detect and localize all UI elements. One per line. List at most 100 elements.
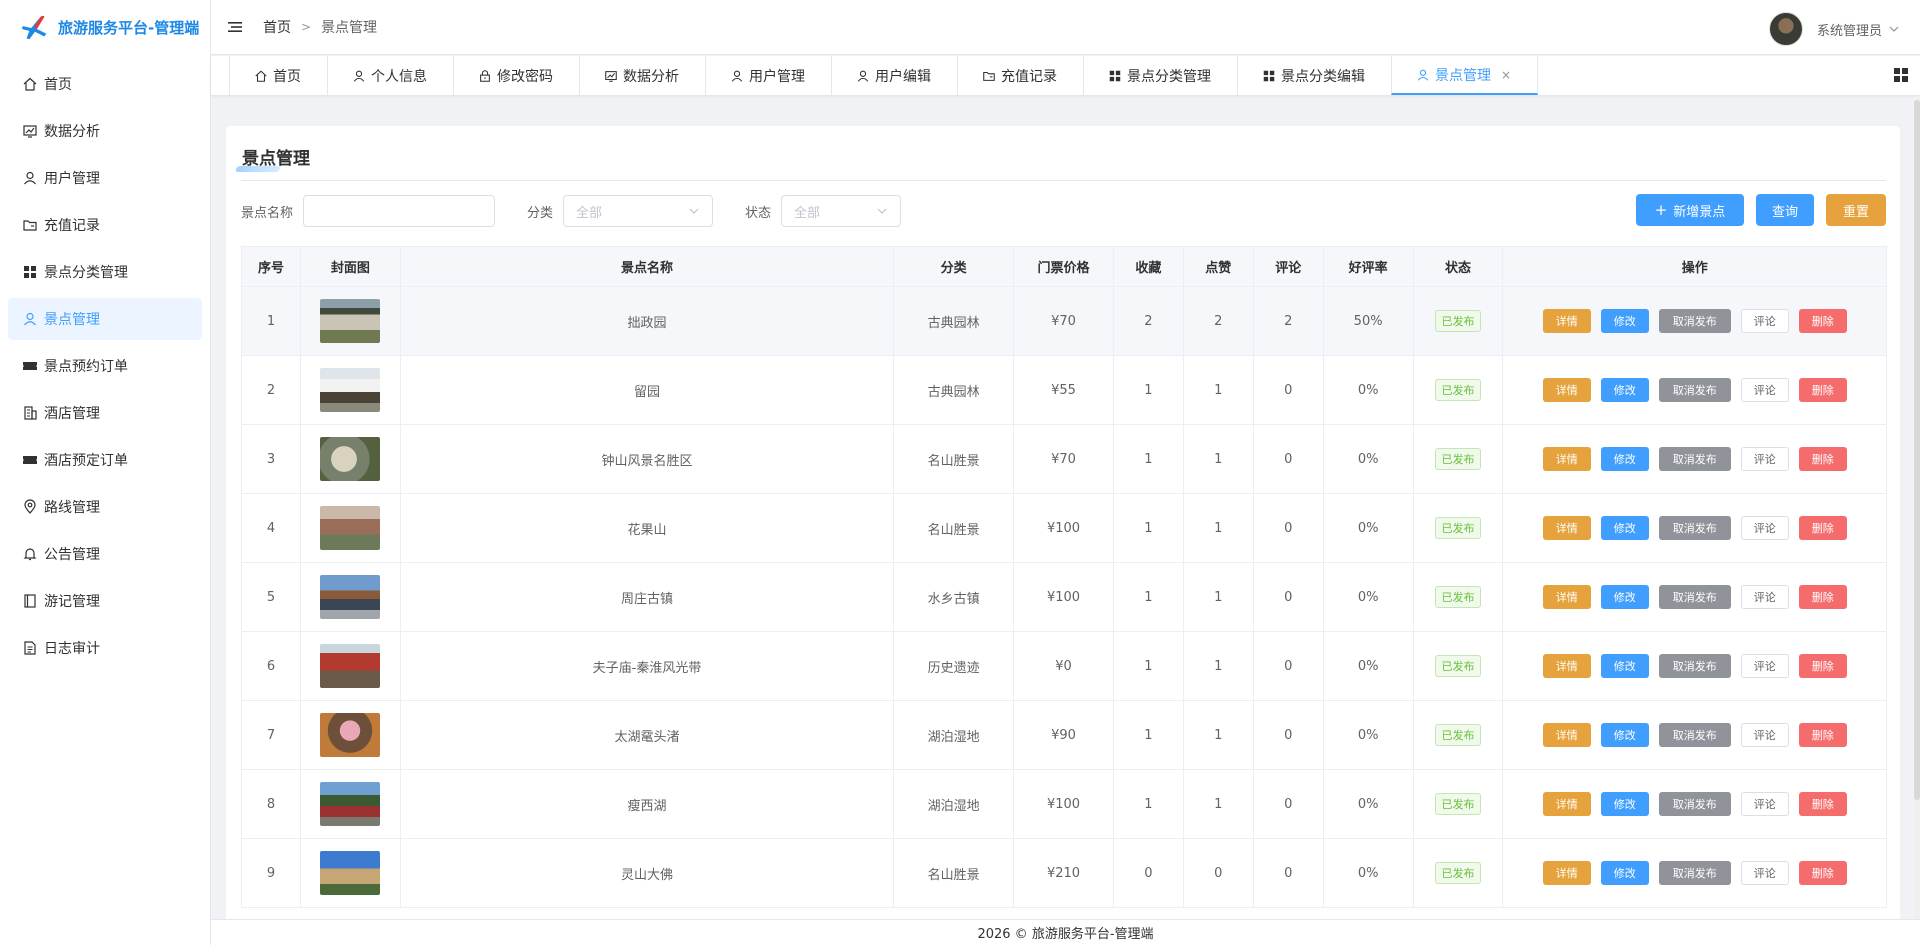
- unpublish-button[interactable]: 取消发布: [1658, 309, 1731, 333]
- tab-9[interactable]: 景点管理 ×: [1391, 56, 1539, 95]
- sidebar-item-1[interactable]: 数据分析: [8, 110, 202, 152]
- detail-button[interactable]: 详情: [1542, 723, 1591, 747]
- sidebar-item-12[interactable]: 日志审计: [8, 627, 202, 669]
- scrollbar-thumb[interactable]: [1914, 100, 1920, 800]
- cover-image[interactable]: [320, 437, 381, 481]
- delete-button[interactable]: 删除: [1798, 378, 1847, 402]
- sidebar-item-0[interactable]: 首页: [8, 63, 202, 105]
- sidebar-item-7[interactable]: 酒店管理: [8, 392, 202, 434]
- comment-button[interactable]: 评论: [1740, 516, 1789, 540]
- cover-image[interactable]: [320, 299, 381, 343]
- tab-8[interactable]: 景点分类编辑: [1237, 56, 1391, 95]
- tab-4[interactable]: 用户管理: [705, 56, 831, 95]
- logo[interactable]: 旅游服务平台-管理端: [0, 0, 210, 55]
- user-menu[interactable]: 系统管理员: [1768, 12, 1900, 46]
- unpublish-button[interactable]: 取消发布: [1658, 378, 1731, 402]
- edit-button[interactable]: 修改: [1600, 516, 1649, 540]
- comment-button[interactable]: 评论: [1740, 861, 1789, 885]
- tab-5[interactable]: 用户编辑: [831, 56, 957, 95]
- detail-button[interactable]: 详情: [1542, 309, 1591, 333]
- sidebar-item-9[interactable]: 路线管理: [8, 486, 202, 528]
- unpublish-button[interactable]: 取消发布: [1658, 723, 1731, 747]
- sidebar-item-8[interactable]: 酒店预定订单: [8, 439, 202, 481]
- edit-button[interactable]: 修改: [1600, 723, 1649, 747]
- column-header: 封面图: [301, 247, 401, 286]
- detail-button[interactable]: 详情: [1542, 378, 1591, 402]
- comment-button[interactable]: 评论: [1740, 309, 1789, 333]
- delete-button[interactable]: 删除: [1798, 861, 1847, 885]
- query-button[interactable]: 查询: [1756, 194, 1814, 226]
- category-select[interactable]: 全部: [563, 195, 714, 227]
- delete-button[interactable]: 删除: [1798, 309, 1847, 333]
- sidebar-item-11[interactable]: 游记管理: [8, 580, 202, 622]
- edit-button[interactable]: 修改: [1600, 654, 1649, 678]
- tab-0[interactable]: 首页: [229, 56, 327, 95]
- detail-button[interactable]: 详情: [1542, 585, 1591, 609]
- cover-cell: [301, 839, 401, 907]
- close-icon[interactable]: ×: [1501, 68, 1511, 82]
- tab-7[interactable]: 景点分类管理: [1083, 56, 1237, 95]
- delete-button[interactable]: 删除: [1798, 723, 1847, 747]
- detail-button[interactable]: 详情: [1542, 861, 1591, 885]
- favorites: 1: [1114, 563, 1184, 631]
- cover-image[interactable]: [320, 506, 381, 550]
- delete-button[interactable]: 删除: [1798, 516, 1847, 540]
- sidebar-item-3[interactable]: 充值记录: [8, 204, 202, 246]
- status-select[interactable]: 全部: [781, 195, 902, 227]
- edit-button[interactable]: 修改: [1600, 378, 1649, 402]
- cover-image[interactable]: [320, 575, 381, 619]
- unpublish-button[interactable]: 取消发布: [1658, 861, 1731, 885]
- row-index: 1: [242, 287, 301, 355]
- edit-button[interactable]: 修改: [1600, 585, 1649, 609]
- comment-button[interactable]: 评论: [1740, 585, 1789, 609]
- edit-button[interactable]: 修改: [1600, 792, 1649, 816]
- cover-image[interactable]: [320, 851, 381, 895]
- cover-image[interactable]: [320, 713, 381, 757]
- comment-button[interactable]: 评论: [1740, 723, 1789, 747]
- edit-button[interactable]: 修改: [1600, 861, 1649, 885]
- sidebar-item-4[interactable]: 景点分类管理: [8, 251, 202, 293]
- delete-button[interactable]: 删除: [1798, 654, 1847, 678]
- edit-button[interactable]: 修改: [1600, 309, 1649, 333]
- sidebar-item-10[interactable]: 公告管理: [8, 533, 202, 575]
- unpublish-button[interactable]: 取消发布: [1658, 585, 1731, 609]
- detail-button[interactable]: 详情: [1542, 792, 1591, 816]
- cover-image[interactable]: [320, 782, 381, 826]
- category: 名山胜景: [894, 839, 1015, 907]
- sidebar-item-2[interactable]: 用户管理: [8, 157, 202, 199]
- comment-button[interactable]: 评论: [1740, 792, 1789, 816]
- cover-image[interactable]: [320, 644, 381, 688]
- tab-2[interactable]: 修改密码: [453, 56, 579, 95]
- delete-button[interactable]: 删除: [1798, 585, 1847, 609]
- unpublish-button[interactable]: 取消发布: [1658, 792, 1731, 816]
- tab-1[interactable]: 个人信息: [327, 56, 453, 95]
- comment-button[interactable]: 评论: [1740, 654, 1789, 678]
- user-name[interactable]: 系统管理员: [1817, 20, 1882, 39]
- unpublish-button[interactable]: 取消发布: [1658, 654, 1731, 678]
- unpublish-button[interactable]: 取消发布: [1658, 516, 1731, 540]
- detail-button[interactable]: 详情: [1542, 654, 1591, 678]
- status-badge: 已发布: [1435, 655, 1482, 677]
- grid-icon[interactable]: [1894, 68, 1908, 82]
- reset-button[interactable]: 重置: [1826, 194, 1886, 226]
- name-filter-input[interactable]: [303, 195, 496, 227]
- sidebar-item-5[interactable]: 景点管理: [8, 298, 202, 340]
- edit-button[interactable]: 修改: [1600, 447, 1649, 471]
- unpublish-button[interactable]: 取消发布: [1658, 447, 1731, 471]
- cover-image[interactable]: [320, 368, 381, 412]
- delete-button[interactable]: 删除: [1798, 447, 1847, 471]
- avatar[interactable]: [1768, 12, 1803, 46]
- menu-toggle-icon[interactable]: [227, 19, 243, 35]
- detail-button[interactable]: 详情: [1542, 447, 1591, 471]
- tab-6[interactable]: 充值记录: [957, 56, 1083, 95]
- detail-button[interactable]: 详情: [1542, 516, 1591, 540]
- comment-button[interactable]: 评论: [1740, 447, 1789, 471]
- delete-button[interactable]: 删除: [1798, 792, 1847, 816]
- breadcrumb-home[interactable]: 首页: [263, 17, 291, 37]
- add-spot-button[interactable]: + 新增景点: [1636, 194, 1744, 226]
- comment-button[interactable]: 评论: [1740, 378, 1789, 402]
- sidebar-item-6[interactable]: 景点预约订单: [8, 345, 202, 387]
- tab-3[interactable]: 数据分析: [579, 56, 705, 95]
- sidebar-item-label: 充值记录: [44, 218, 100, 234]
- header: 首页 > 景点管理 系统管理员: [211, 0, 1920, 55]
